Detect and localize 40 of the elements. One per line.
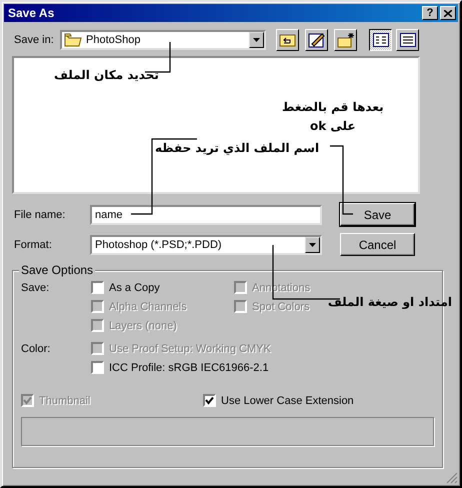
checkbox-label: Alpha Channels (109, 300, 187, 312)
leader-line (330, 145, 353, 215)
annotation-text: امتداد او صيغة الملف (328, 294, 452, 311)
checkbox-label: Use Proof Setup: Working CMYK (109, 342, 271, 354)
checkbox-label: Thumbnail (39, 394, 90, 406)
checkbox-label: Use Lower Case Extension (221, 394, 354, 406)
option-group-label: Color: (21, 342, 52, 357)
close-button[interactable] (440, 6, 456, 20)
close-icon (444, 10, 452, 16)
details-view-button[interactable] (396, 29, 419, 51)
leader-line (145, 42, 171, 73)
checkbox-label: Layers (none) (109, 320, 177, 332)
option-group-label: Save: (21, 281, 50, 296)
checkbox-label: As a Copy (109, 282, 160, 294)
save-button[interactable]: Save (340, 203, 415, 226)
annotation-text: تحديد مكان الملف (54, 67, 159, 84)
checkbox[interactable] (91, 361, 104, 374)
help-button[interactable]: ? (422, 6, 438, 20)
group-title: Save Options (19, 263, 96, 277)
resize-grip-icon[interactable] (446, 472, 458, 484)
save-in-label: Save in: (14, 34, 55, 46)
checkbox[interactable] (91, 281, 104, 294)
file-name-label: File name: (14, 208, 66, 220)
annotation-text: بعدها قم بالضغط على ok (282, 99, 384, 136)
format-dropdown[interactable]: Photoshop (*.PSD;*.PDD) (90, 234, 322, 254)
format-label: Format: (14, 238, 53, 250)
edit-button[interactable] (305, 29, 328, 51)
save-in-dropdown[interactable]: PhotoShop (60, 30, 266, 50)
checkbox-label: Spot Colors (252, 300, 310, 312)
new-folder-button[interactable] (334, 29, 357, 51)
annotation-text: اسم الملف الذي تريد حفظه (155, 140, 320, 157)
window-title: Save As (8, 6, 56, 20)
cancel-button[interactable]: Cancel (340, 233, 415, 256)
up-folder-button[interactable] (276, 29, 299, 51)
list-view-button[interactable] (369, 29, 392, 51)
folder-icon (64, 33, 82, 47)
file-name-field[interactable]: name (90, 204, 322, 224)
file-list[interactable] (12, 56, 420, 194)
checkbox[interactable] (203, 394, 216, 407)
checkbox-label: ICC Profile: sRGB IEC61966-2.1 (109, 362, 269, 374)
